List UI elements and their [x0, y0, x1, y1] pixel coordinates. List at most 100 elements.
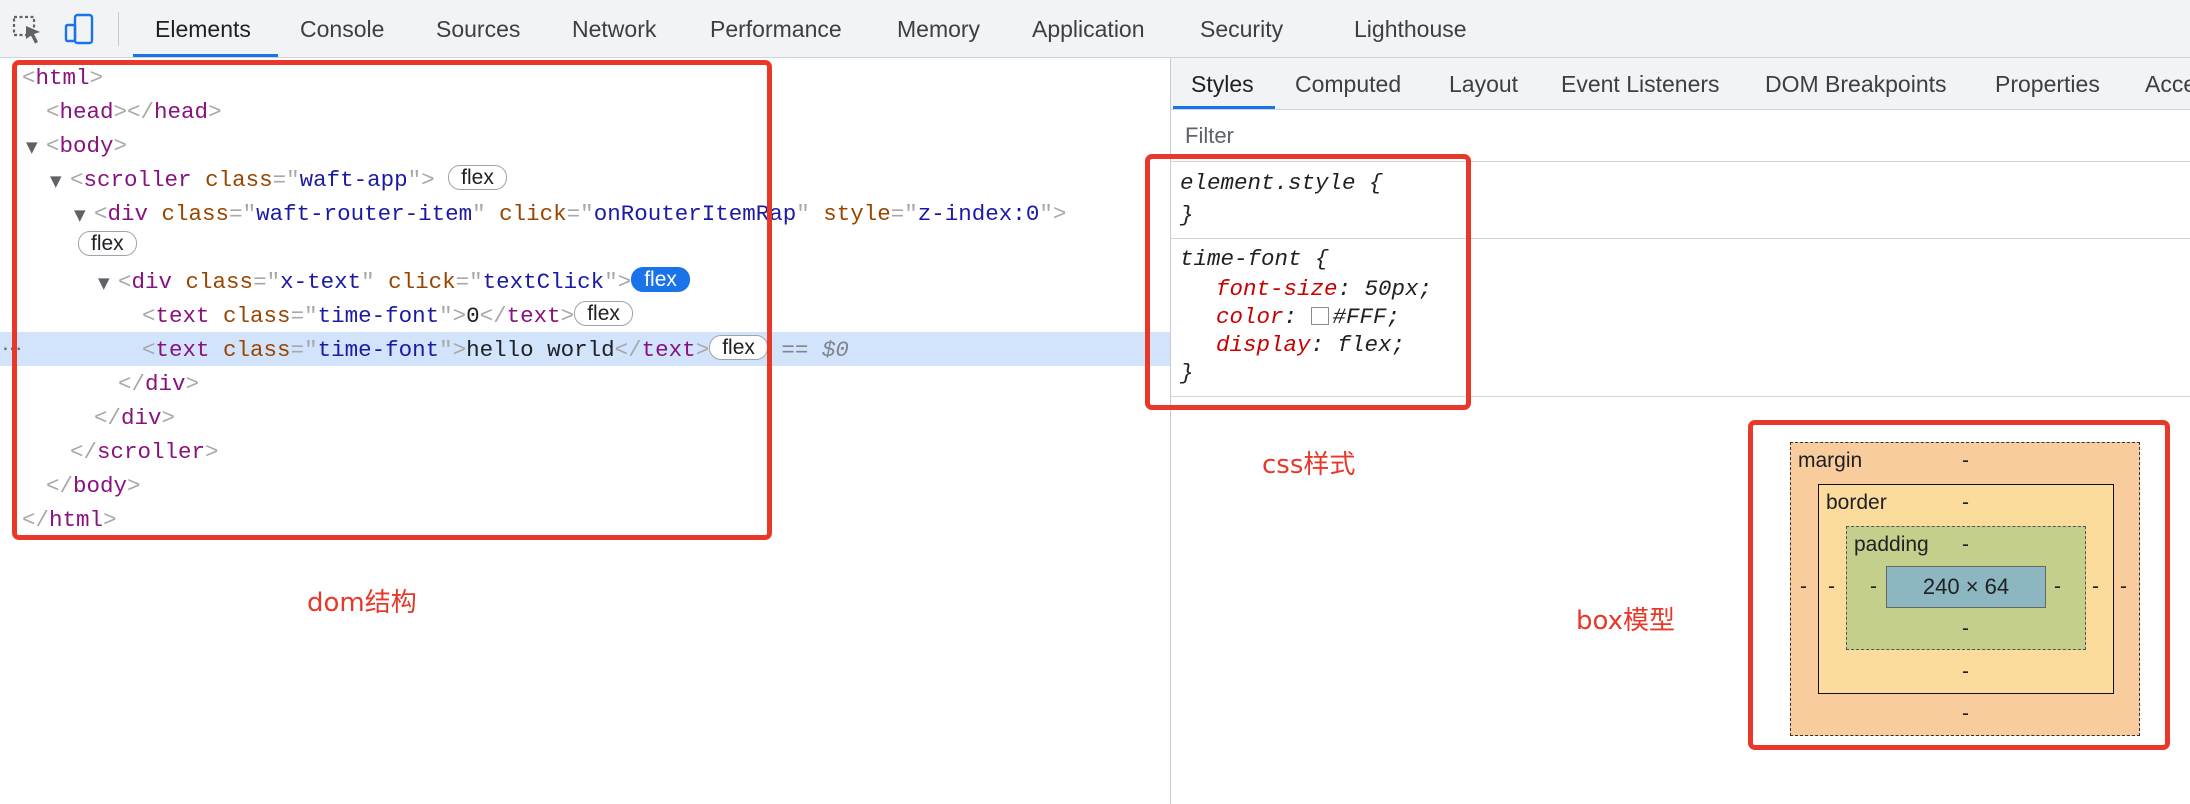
dom-node-html-open[interactable]: <html>	[22, 62, 103, 94]
tag-name: body	[73, 473, 128, 499]
dom-node-html-close[interactable]: </html>	[22, 504, 117, 536]
dom-node-scroller-open[interactable]: <scroller class="waft-app"> flex	[70, 164, 507, 196]
tab-memory[interactable]: Memory	[897, 0, 980, 58]
flex-badge[interactable]: flex	[709, 335, 768, 360]
margin-bottom-value[interactable]: -	[1962, 702, 1969, 726]
element-style-close-brace: }	[1180, 202, 1194, 228]
dom-node-body-open[interactable]: <body>	[46, 130, 127, 162]
tag-name: div	[121, 405, 162, 431]
dom-node-div-router-open[interactable]: <div class="waft-router-item" click="onR…	[94, 198, 1066, 230]
attr-name: style	[823, 201, 891, 227]
tag-name: scroller	[83, 167, 192, 193]
dom-node-scroller-close[interactable]: </scroller>	[70, 436, 219, 468]
expand-triangle-icon[interactable]: ▼	[26, 138, 38, 156]
tag-name: text	[641, 337, 696, 363]
element-style-selector[interactable]: element.style {	[1180, 168, 1383, 198]
dom-node-text-0[interactable]: <text class="time-font">0</text> flex	[142, 300, 633, 332]
box-model-caption: box模型	[1576, 606, 1675, 636]
tag-name: head	[59, 99, 114, 125]
tab-event-listeners[interactable]: Event Listeners	[1561, 58, 1720, 110]
padding-right-value[interactable]: -	[2054, 575, 2061, 599]
styles-filter-input[interactable]	[1185, 120, 2085, 152]
console-reference: == $0	[781, 337, 849, 363]
toolbar-divider	[118, 12, 119, 46]
styles-filter-bar	[1171, 110, 2190, 162]
padding-bottom-value[interactable]: -	[1962, 617, 1969, 641]
tab-sources[interactable]: Sources	[436, 0, 520, 58]
dom-node-body-close[interactable]: </body>	[46, 470, 141, 502]
attr-value: z-index:0	[917, 201, 1040, 227]
property-value: flex;	[1337, 332, 1406, 358]
css-property-color[interactable]: color: #FFF;	[1216, 302, 1400, 332]
tab-lighthouse[interactable]: Lighthouse	[1354, 0, 1467, 58]
expand-triangle-icon[interactable]: ▼	[50, 172, 62, 190]
property-value: #FFF;	[1332, 304, 1401, 330]
tab-application[interactable]: Application	[1032, 0, 1145, 58]
flex-badge[interactable]: flex	[448, 165, 507, 190]
attr-name: class	[205, 167, 273, 193]
border-right-value[interactable]: -	[2092, 575, 2099, 599]
rule-separator	[1171, 238, 2190, 239]
dom-structure-caption: dom结构	[307, 588, 417, 618]
tab-dom-breakpoints[interactable]: DOM Breakpoints	[1765, 58, 1947, 110]
margin-right-value[interactable]: -	[2120, 575, 2127, 599]
dom-node-div-xtext-open[interactable]: <div class="x-text" click="textClick"> fl…	[118, 266, 690, 298]
border-bottom-value[interactable]: -	[1962, 660, 1969, 684]
attr-name: click	[388, 269, 456, 295]
tab-console[interactable]: Console	[300, 0, 384, 58]
sidebar-tabs: Styles Computed Layout Event Listeners D…	[1171, 58, 2190, 110]
flex-badge-active[interactable]: flex	[631, 267, 690, 292]
tag-name: text	[155, 337, 210, 363]
node-text: hello world	[466, 337, 615, 363]
attr-value: time-font	[317, 303, 440, 329]
tab-security[interactable]: Security	[1200, 0, 1283, 58]
dom-node-div-router-badge-line: flex	[78, 230, 137, 262]
color-swatch-icon[interactable]	[1310, 307, 1329, 325]
inspect-element-icon[interactable]	[10, 12, 46, 46]
box-model-content[interactable]: 240 × 64	[1886, 566, 2046, 608]
attr-name: class	[185, 269, 254, 295]
dom-node-div-close[interactable]: </div>	[118, 368, 199, 400]
css-property-font-size[interactable]: font-size: 50px;	[1216, 274, 1432, 304]
tab-computed[interactable]: Computed	[1295, 58, 1401, 110]
border-label: border	[1826, 491, 1887, 514]
border-left-value[interactable]: -	[1828, 575, 1835, 599]
tab-performance[interactable]: Performance	[710, 0, 842, 58]
margin-top-value[interactable]: -	[1962, 449, 1969, 473]
flex-badge[interactable]: flex	[574, 301, 633, 326]
device-toolbar-icon[interactable]	[62, 12, 98, 46]
tab-properties[interactable]: Properties	[1995, 58, 2100, 110]
tag-name: head	[154, 99, 209, 125]
flex-badge[interactable]: flex	[78, 231, 137, 256]
tab-elements[interactable]: Elements	[155, 0, 251, 58]
expand-triangle-icon[interactable]: ▼	[98, 274, 110, 292]
time-font-selector[interactable]: time-font {	[1180, 244, 1329, 274]
tab-styles[interactable]: Styles	[1191, 58, 1254, 110]
css-property-display[interactable]: display: flex;	[1216, 330, 1405, 360]
active-tab-indicator	[133, 54, 278, 57]
margin-left-value[interactable]: -	[1800, 575, 1807, 599]
border-top-value[interactable]: -	[1962, 491, 1969, 515]
css-style-caption: css样式	[1262, 450, 1356, 480]
tag-name: scroller	[97, 439, 206, 465]
tab-accessibility[interactable]: Acce	[2145, 58, 2190, 110]
attr-value: time-font	[317, 337, 440, 363]
dom-node-div-close[interactable]: </div>	[94, 402, 175, 434]
tag-name: html	[35, 65, 90, 91]
active-sidebar-tab-indicator	[1173, 106, 1275, 109]
more-actions-icon[interactable]: ⋯	[2, 332, 22, 366]
attr-value: onRouterItemRap	[593, 201, 797, 227]
padding-top-value[interactable]: -	[1962, 533, 1969, 557]
attr-value: x-text	[280, 269, 362, 295]
dom-node-text-hello-world[interactable]: <text class="time-font">hello world</tex…	[142, 334, 849, 366]
expand-triangle-icon[interactable]: ▼	[74, 206, 86, 224]
tab-network[interactable]: Network	[572, 0, 656, 58]
tab-layout[interactable]: Layout	[1449, 58, 1518, 110]
attr-name: click	[499, 201, 567, 227]
panel-splitter[interactable]	[1170, 58, 1171, 804]
dom-node-head[interactable]: <head></head>	[46, 96, 222, 128]
attr-name: class	[161, 201, 230, 227]
tag-name: div	[131, 269, 173, 295]
attr-value: waft-router-item	[256, 201, 473, 227]
padding-left-value[interactable]: -	[1870, 575, 1877, 599]
